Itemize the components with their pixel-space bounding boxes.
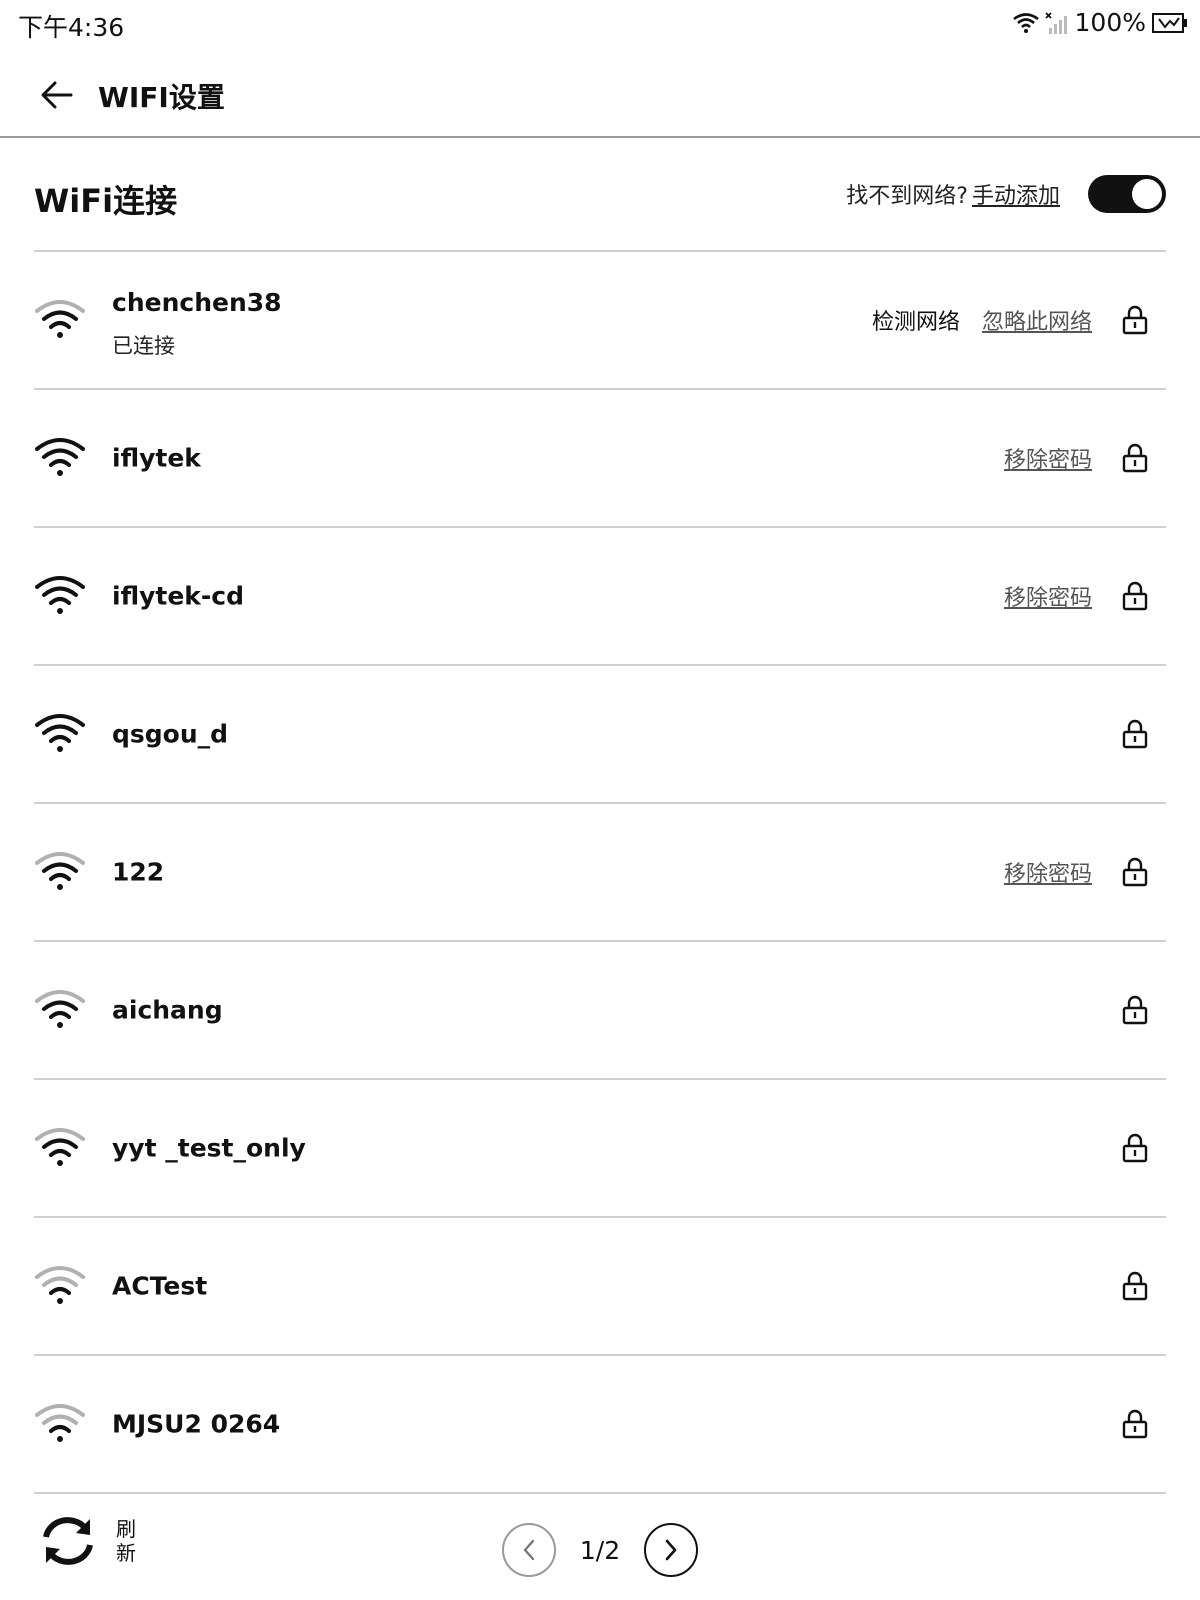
lock-icon	[1122, 1133, 1148, 1163]
wifi-row-actions: 移除密码	[1004, 580, 1092, 612]
wifi-network-row[interactable]: 122 移除密码	[34, 804, 1166, 942]
status-bar: 下午4:36 100%	[0, 0, 1200, 50]
toggle-knob	[1132, 179, 1162, 209]
refresh-button[interactable]: 刷新	[40, 1515, 138, 1567]
chevron-right-icon	[665, 1539, 677, 1561]
wifi-signal-icon	[35, 438, 85, 476]
next-page-button[interactable]	[644, 1523, 698, 1577]
lock-icon	[1122, 1271, 1148, 1301]
wifi-network-name: ACTest	[112, 1271, 208, 1301]
wifi-network-row[interactable]: qsgou_d	[34, 666, 1166, 804]
wifi-status-icon	[1012, 12, 1039, 33]
wifi-network-name: iflytek-cd	[112, 581, 245, 611]
wifi-network-row[interactable]: yyt _test_only	[34, 1080, 1166, 1218]
wifi-signal-icon	[35, 1266, 85, 1304]
battery-icon	[1152, 12, 1187, 33]
wifi-signal-icon	[35, 1128, 85, 1166]
check-network-button[interactable]: 检测网络	[872, 304, 960, 336]
back-button[interactable]	[34, 72, 80, 118]
manual-add-link[interactable]: 手动添加	[972, 178, 1060, 210]
wifi-row-actions: 移除密码	[1004, 442, 1092, 474]
wifi-row-actions: 检测网络 忽略此网络	[872, 304, 1092, 336]
wifi-network-name: 122	[112, 857, 165, 887]
wifi-network-row[interactable]: iflytek-cd 移除密码	[34, 528, 1166, 666]
page-indicator: 1/2	[579, 1535, 621, 1565]
wifi-network-name: iflytek	[112, 443, 201, 473]
lock-icon	[1122, 305, 1148, 335]
wifi-signal-icon	[35, 714, 85, 752]
wifi-network-row[interactable]: MJSU2 0264	[34, 1356, 1166, 1494]
wifi-network-name: chenchen38	[112, 288, 282, 317]
prev-page-button[interactable]	[502, 1523, 556, 1577]
wifi-network-row[interactable]: ACTest	[34, 1218, 1166, 1356]
refresh-label: 刷新	[116, 1517, 136, 1565]
wifi-toggle[interactable]	[1088, 175, 1166, 213]
remove-password-link[interactable]: 移除密码	[1004, 856, 1092, 888]
lock-icon	[1122, 581, 1148, 611]
lock-icon	[1122, 719, 1148, 749]
remove-password-link[interactable]: 移除密码	[1004, 580, 1092, 612]
arrow-left-icon	[41, 81, 73, 109]
status-icons: 100%	[1012, 8, 1188, 37]
wifi-network-name: qsgou_d	[112, 719, 229, 749]
no-signal-icon	[1044, 11, 1067, 34]
wifi-signal-icon	[35, 576, 85, 614]
wifi-signal-icon	[35, 990, 85, 1028]
page-title: WIFI设置	[98, 81, 225, 114]
wifi-connection-status: 已连接	[112, 334, 175, 358]
hint-text: 找不到网络?	[846, 184, 968, 209]
wifi-network-list: chenchen38 已连接 检测网络 忽略此网络 iflytek 移除密码 iflytek…	[34, 252, 1166, 1494]
wifi-network-name: aichang	[112, 995, 223, 1025]
forget-network-link[interactable]: 忽略此网络	[982, 304, 1092, 336]
refresh-icon	[43, 1517, 93, 1565]
wifi-network-name: MJSU2 0264	[112, 1409, 281, 1439]
wifi-signal-icon	[35, 300, 85, 338]
app-header: WIFI设置	[0, 50, 1200, 138]
lock-icon	[1122, 1409, 1148, 1439]
section-controls: 找不到网络? 手动添加	[846, 175, 1166, 213]
wifi-network-name: yyt _test_only	[112, 1133, 306, 1163]
pagination: 1/2	[502, 1523, 698, 1577]
wifi-section-header: WiFi连接 找不到网络? 手动添加	[34, 160, 1166, 252]
lock-icon	[1122, 857, 1148, 887]
wifi-network-row[interactable]: iflytek 移除密码	[34, 390, 1166, 528]
wifi-signal-icon	[35, 852, 85, 890]
footer-bar: 刷新 1/2	[0, 1495, 1200, 1600]
chevron-left-icon	[523, 1539, 535, 1561]
remove-password-link[interactable]: 移除密码	[1004, 442, 1092, 474]
battery-percent: 100%	[1074, 8, 1146, 37]
section-title: WiFi连接	[34, 182, 178, 220]
wifi-row-actions: 移除密码	[1004, 856, 1092, 888]
status-time: 下午4:36	[18, 13, 125, 42]
wifi-network-row[interactable]: chenchen38 已连接 检测网络 忽略此网络	[34, 252, 1166, 390]
lock-icon	[1122, 443, 1148, 473]
wifi-signal-icon	[35, 1404, 85, 1442]
lock-icon	[1122, 995, 1148, 1025]
wifi-network-row[interactable]: aichang	[34, 942, 1166, 1080]
